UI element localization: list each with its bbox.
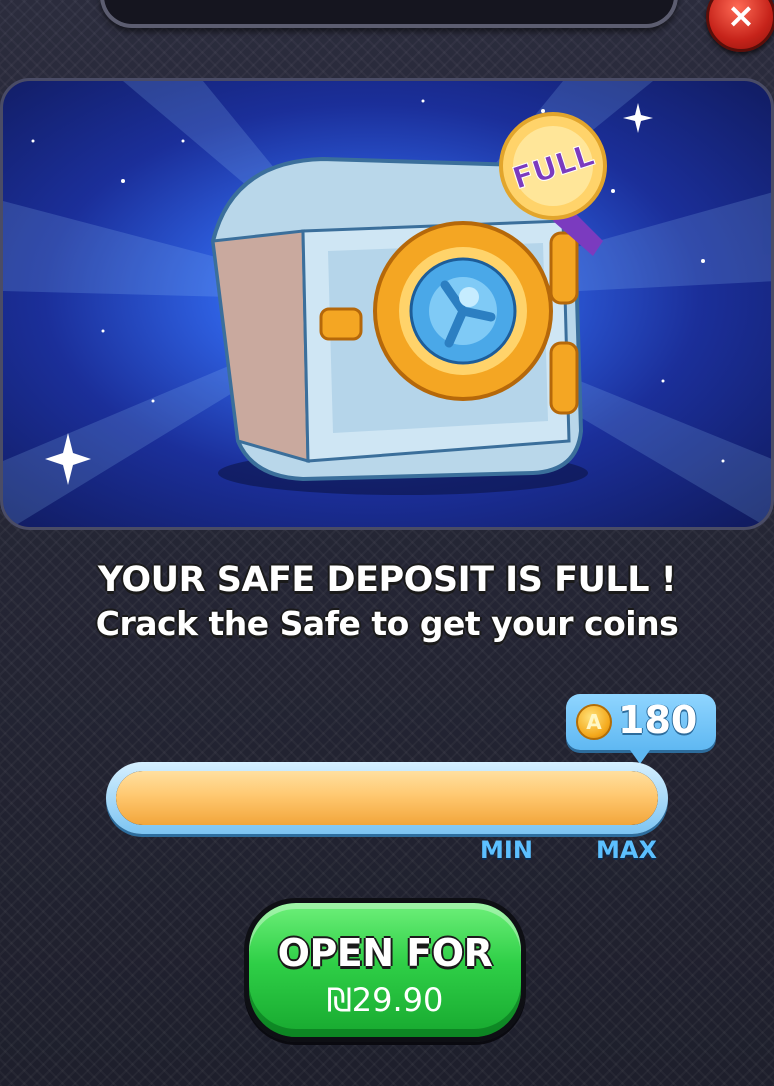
open-button-label: OPEN FOR [277, 931, 493, 975]
coin-amount: 180 [618, 698, 698, 742]
safe-banner: FULL [0, 78, 774, 530]
min-label: MIN [480, 836, 533, 864]
subline: Crack the Safe to get your coins [95, 604, 679, 643]
open-button-price: ₪29.90 [326, 981, 444, 1019]
coin-icon: A [576, 704, 612, 740]
sparkle-icon [623, 103, 653, 133]
max-label: MAX [596, 836, 657, 864]
open-safe-button[interactable]: OPEN FOR ₪29.90 [244, 898, 526, 1042]
headline: YOUR SAFE DEPOSIT IS FULL ! [97, 560, 677, 600]
close-icon: × [726, 0, 756, 36]
safe-illustration: FULL [3, 81, 771, 527]
top-frame [100, 0, 678, 28]
progress-fill [116, 771, 658, 825]
coin-progress-bar [106, 762, 668, 834]
close-button[interactable]: × [706, 0, 774, 52]
coin-counter: A 180 [566, 694, 716, 764]
progress-track [116, 771, 658, 825]
